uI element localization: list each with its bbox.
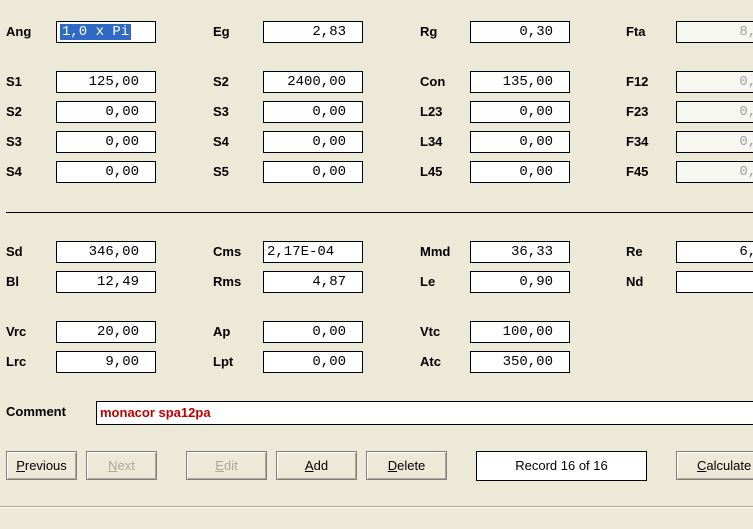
label-f34: F34 — [626, 134, 649, 149]
s3a-field[interactable]: 0,00 — [263, 101, 363, 123]
label-rms: Rms — [213, 274, 242, 289]
s5-field[interactable]: 0,00 — [263, 161, 363, 183]
s2a-field[interactable]: 2400,00 — [263, 71, 363, 93]
label-con: Con — [420, 74, 446, 89]
con-field[interactable]: 135,00 — [470, 71, 570, 93]
mmd-field[interactable]: 36,33 — [470, 241, 570, 263]
rms-field[interactable]: 4,87 — [263, 271, 363, 293]
bl-field[interactable]: 12,49 — [56, 271, 156, 293]
f23-field: 0,00 — [676, 101, 753, 123]
s4a-field[interactable]: 0,00 — [263, 131, 363, 153]
lpt-field[interactable]: 0,00 — [263, 351, 363, 373]
calculate-button[interactable]: Calculate — [676, 451, 753, 480]
delete-button[interactable]: Delete — [366, 451, 447, 480]
l23-field[interactable]: 0,00 — [470, 101, 570, 123]
next-button[interactable]: Next — [86, 451, 157, 480]
rg-field[interactable]: 0,30 — [470, 21, 570, 43]
ap-field[interactable]: 0,00 — [263, 321, 363, 343]
label-f45: F45 — [626, 164, 649, 179]
previous-button[interactable]: Previous — [6, 451, 77, 480]
label-ap: Ap — [213, 324, 231, 339]
label-f23: F23 — [626, 104, 649, 119]
edit-button[interactable]: Edit — [186, 451, 267, 480]
label-s4: S4 — [6, 164, 22, 179]
fta-field: 8,98 — [676, 21, 753, 43]
add-button[interactable]: Add — [276, 451, 357, 480]
s2-field[interactable]: 0,00 — [56, 101, 156, 123]
label-s2a: S2 — [213, 74, 229, 89]
label-s3: S3 — [6, 134, 22, 149]
label-fta: Fta — [626, 24, 646, 39]
add-accel: A — [304, 458, 314, 473]
label-sd: Sd — [6, 244, 23, 259]
ang-field[interactable]: 1,0 x Pi — [56, 21, 156, 43]
label-l34: L34 — [420, 134, 443, 149]
label-atc: Atc — [420, 354, 441, 369]
s3-field[interactable]: 0,00 — [56, 131, 156, 153]
sd-field[interactable]: 346,00 — [56, 241, 156, 263]
label-s4a: S4 — [213, 134, 229, 149]
label-le: Le — [420, 274, 436, 289]
section-divider — [6, 212, 753, 213]
eg-field[interactable]: 2,83 — [263, 21, 363, 43]
label-comment: Comment — [6, 404, 66, 419]
label-lpt: Lpt — [213, 354, 234, 369]
f34-field: 0,00 — [676, 131, 753, 153]
label-mmd: Mmd — [420, 244, 451, 259]
l34-field[interactable]: 0,00 — [470, 131, 570, 153]
label-f12: F12 — [626, 74, 649, 89]
label-s5: S5 — [213, 164, 229, 179]
s1-field[interactable]: 125,00 — [56, 71, 156, 93]
next-accel: N — [108, 458, 118, 473]
label-s1: S1 — [6, 74, 22, 89]
next-label: ext — [117, 458, 135, 473]
re-field[interactable]: 6,20 — [676, 241, 753, 263]
label-bl: Bl — [6, 274, 19, 289]
label-l23: L23 — [420, 104, 443, 119]
record-indicator: Record 16 of 16 — [476, 451, 647, 481]
previous-label: revious — [24, 458, 67, 473]
status-bar — [0, 506, 753, 529]
atc-field[interactable]: 350,00 — [470, 351, 570, 373]
lrc-field[interactable]: 9,00 — [56, 351, 156, 373]
nd-field[interactable] — [676, 271, 753, 293]
calculate-label: alculate — [706, 458, 752, 473]
vtc-field[interactable]: 100,00 — [470, 321, 570, 343]
add-label: dd — [313, 458, 329, 473]
label-rg: Rg — [420, 24, 438, 39]
delete-label: elete — [397, 458, 426, 473]
label-cms: Cms — [213, 244, 242, 259]
label-s3a: S3 — [213, 104, 229, 119]
label-nd: Nd — [626, 274, 644, 289]
le-field[interactable]: 0,90 — [470, 271, 570, 293]
edit-accel: E — [215, 458, 224, 473]
label-ang: Ang — [6, 24, 32, 39]
f45-field: 0,00 — [676, 161, 753, 183]
label-s2: S2 — [6, 104, 22, 119]
comment-field[interactable]: monacor spa12pa — [96, 401, 753, 425]
previous-accel: P — [16, 458, 25, 473]
label-lrc: Lrc — [6, 354, 27, 369]
label-eg: Eg — [213, 24, 230, 39]
ang-value: 1,0 x Pi — [60, 24, 132, 40]
s4-field[interactable]: 0,00 — [56, 161, 156, 183]
label-vtc: Vtc — [420, 324, 441, 339]
cms-field[interactable]: 2,17E-04 — [263, 241, 363, 263]
label-re: Re — [626, 244, 643, 259]
calculate-accel: C — [697, 458, 707, 473]
l45-field[interactable]: 0,00 — [470, 161, 570, 183]
edit-label: dit — [223, 458, 238, 473]
f12-field: 0,00 — [676, 71, 753, 93]
label-vrc: Vrc — [6, 324, 27, 339]
vrc-field[interactable]: 20,00 — [56, 321, 156, 343]
delete-accel: D — [387, 458, 398, 473]
label-l45: L45 — [420, 164, 443, 179]
